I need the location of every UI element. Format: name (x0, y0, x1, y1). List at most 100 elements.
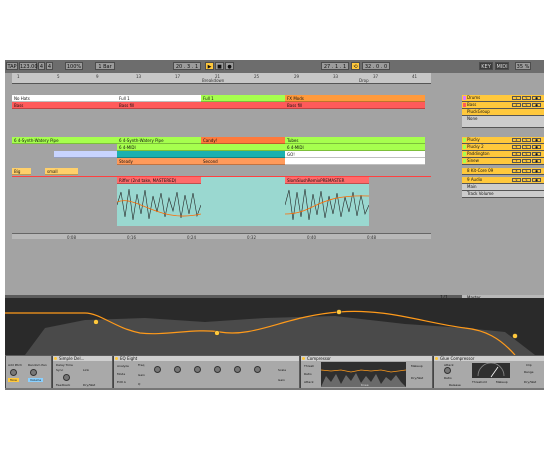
volume-button[interactable]: Volume (28, 378, 44, 382)
delay-knob[interactable] (63, 374, 70, 381)
arm-button[interactable]: ● (532, 178, 541, 182)
audio-waveform[interactable] (284, 184, 370, 226)
clip[interactable]: 6 4-Synth-Watery Pipe (117, 137, 201, 144)
audio-waveform[interactable] (116, 184, 202, 226)
attack-knob[interactable] (444, 367, 451, 374)
eq-spectrum-display[interactable] (5, 298, 544, 356)
clip[interactable]: 6 4-MIDI (285, 144, 425, 151)
activator-button[interactable]: 4 (512, 138, 521, 142)
solo-button[interactable]: S (522, 178, 531, 182)
clip[interactable]: Full 1 (117, 95, 201, 102)
arm-button[interactable]: ● (532, 152, 541, 156)
clip[interactable] (54, 151, 117, 158)
track-header[interactable]: PluckGroup (462, 109, 544, 116)
automation-chooser[interactable]: Track Volume (462, 191, 544, 198)
track-io-chooser[interactable]: Main (462, 184, 544, 191)
arrangement-position[interactable]: 20 . 3 . 1 (173, 62, 201, 70)
device-power-icon[interactable] (54, 357, 57, 360)
tone-button[interactable]: Tone (8, 378, 19, 382)
locator-breakdown[interactable]: Breakdown (202, 78, 224, 83)
signature-numerator[interactable]: 4 (38, 62, 45, 70)
simple-delay-device[interactable]: Simple Del... Delay Time Sync Link Feedb… (52, 356, 112, 388)
glue-compressor-device[interactable]: Glue Compressor Attack Ratio Threshold M… (433, 356, 544, 388)
loop-start-field[interactable]: 27 . 1 . 1 (321, 62, 349, 70)
track-header[interactable]: Sinew 7 S ● (462, 158, 544, 165)
instrument-rack-device[interactable]: Add Pitch Random Pan Tone Volume (5, 356, 51, 388)
arm-button[interactable]: ● (532, 96, 541, 100)
signature-denominator[interactable]: 4 (46, 62, 53, 70)
clip[interactable]: FX Mods (285, 95, 425, 102)
solo-button[interactable]: S (522, 138, 531, 142)
arm-button[interactable]: ● (532, 169, 541, 173)
activator-button[interactable]: 5 (512, 145, 521, 149)
clip[interactable]: 6 4-MIDI (117, 144, 201, 151)
arm-button[interactable]: ● (532, 103, 541, 107)
clip[interactable]: Tubes (285, 137, 425, 144)
solo-button[interactable]: S (522, 103, 531, 107)
device-title-bar[interactable]: Compressor (301, 356, 432, 361)
clip[interactable]: Riffer (2nd take, MASTERED) (117, 177, 201, 184)
solo-button[interactable]: S (522, 145, 531, 149)
activator-button[interactable]: 6 (512, 152, 521, 156)
time-ruler[interactable]: 0:08 0:16 0:24 0:32 0:40 0:48 (12, 234, 431, 240)
activator-button[interactable]: 9 (512, 178, 521, 182)
tempo-field[interactable]: 123.00 (19, 62, 38, 70)
beat-ruler[interactable]: 1 5 9 13 17 21 25 29 33 37 41 Breakdown … (12, 73, 431, 84)
activator-button[interactable]: 1 (512, 96, 521, 100)
device-title-bar[interactable]: EQ Eight (114, 356, 299, 361)
device-title-bar[interactable]: Simple Del... (53, 356, 112, 361)
track-header[interactable]: Paddington 6 S ● (462, 151, 544, 158)
arm-button[interactable]: ● (532, 138, 541, 142)
eq-band-knob[interactable] (154, 366, 161, 373)
activator-button[interactable]: 2 (512, 103, 521, 107)
loop-switch[interactable]: ⟲ (351, 62, 360, 70)
tap-button[interactable]: TAP (6, 62, 18, 70)
clip[interactable]: Bass (12, 102, 117, 109)
track-header[interactable]: Drums 1 S ● (462, 95, 544, 102)
clip[interactable]: No Hats (12, 95, 117, 102)
track-header[interactable]: Bass 2 S ● (462, 102, 544, 109)
play-button[interactable]: ▶ (205, 62, 214, 70)
clip[interactable]: GO! (285, 151, 425, 158)
eq-eight-device[interactable]: EQ Eight Analyze Mode Edit A Freq Gain Q… (113, 356, 299, 388)
solo-button[interactable]: S (522, 96, 531, 100)
locator-drop[interactable]: Drop (359, 78, 369, 83)
device-power-icon[interactable] (302, 357, 305, 360)
solo-button[interactable]: S (522, 159, 531, 163)
audio-region[interactable] (201, 177, 285, 226)
clip[interactable]: Big (12, 168, 31, 175)
track-header[interactable]: None (462, 116, 544, 128)
quantization-menu[interactable]: 1 Bar (95, 62, 115, 70)
arm-button[interactable]: ● (532, 145, 541, 149)
solo-button[interactable]: S (522, 152, 531, 156)
clip[interactable]: Bass fill (285, 102, 425, 109)
clip[interactable]: SlomSlushRemixPREMASTER (285, 177, 369, 184)
clip[interactable]: Second (201, 158, 285, 165)
clip[interactable] (201, 144, 285, 151)
eq-band-knob[interactable] (254, 366, 261, 373)
device-title-bar[interactable]: Glue Compressor (434, 356, 544, 361)
device-power-icon[interactable] (435, 357, 438, 360)
macro-knob[interactable] (30, 369, 37, 376)
clip[interactable]: Candy! (201, 137, 285, 144)
clip[interactable]: 6 4-Synth-Watery Pipe (12, 137, 117, 144)
track-header[interactable]: Plucky 4 S ● (462, 137, 544, 144)
compressor-device[interactable]: Compressor Thresh Ratio Attack Makeup Dr… (300, 356, 432, 388)
clip[interactable]: Bass fill (117, 102, 285, 109)
eq-band-knob[interactable] (234, 366, 241, 373)
clip[interactable] (285, 158, 425, 165)
eq-band-knob[interactable] (214, 366, 221, 373)
arm-button[interactable]: ● (532, 159, 541, 163)
activator-button[interactable]: 7 (512, 159, 521, 163)
eq-band-knob[interactable] (194, 366, 201, 373)
clip[interactable] (117, 151, 285, 158)
loop-length-field[interactable]: 32 . 0 . 0 (362, 62, 390, 70)
midi-map-button[interactable]: MIDI (495, 62, 509, 70)
macro-knob[interactable] (10, 369, 17, 376)
activator-button[interactable]: 8 (512, 169, 521, 173)
record-button[interactable]: ● (225, 62, 234, 70)
clip[interactable]: Steady (117, 158, 201, 165)
clip[interactable]: small (45, 168, 78, 175)
clip[interactable]: Full 1 (201, 95, 285, 102)
solo-button[interactable]: S (522, 169, 531, 173)
